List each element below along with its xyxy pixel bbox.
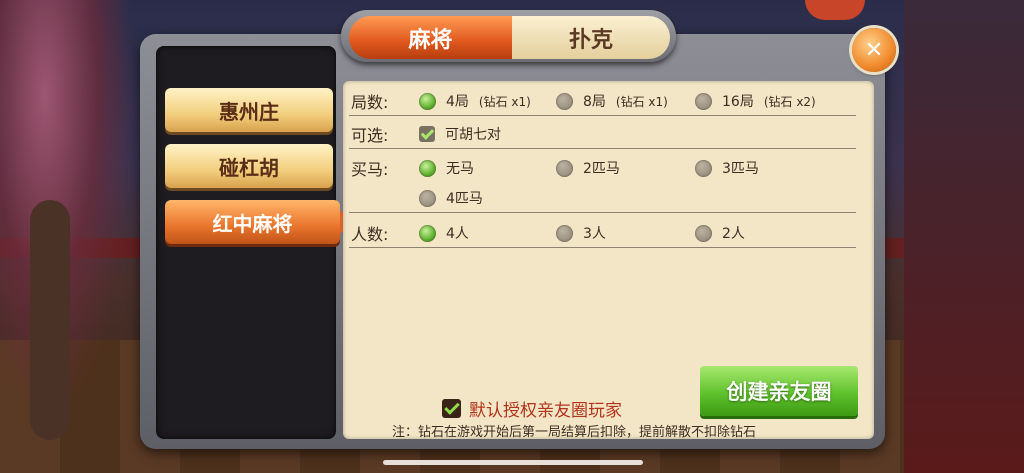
radio-unselected-icon xyxy=(556,92,573,110)
background-blossom-tree xyxy=(0,0,150,473)
radio-unselected-icon xyxy=(695,224,712,242)
authorize-text: 默认授权亲友圈玩家 xyxy=(469,401,622,421)
players-option-3[interactable]: 3人 xyxy=(556,223,606,243)
buy-horse-option-3[interactable]: 3匹马 xyxy=(695,158,759,178)
sidebar-item-hongzhong-majiang[interactable]: 红中麻将 xyxy=(165,200,352,244)
radio-unselected-icon xyxy=(556,224,573,242)
option-cost: (钻石 x1) xyxy=(615,94,668,109)
rounds-label: 局数: xyxy=(351,93,389,112)
background-pillar xyxy=(904,0,1024,473)
radio-selected-icon xyxy=(419,159,436,177)
radio-unselected-icon xyxy=(556,159,573,177)
rounds-option-8[interactable]: 8局 (钻石 x1) xyxy=(556,91,668,111)
row-divider xyxy=(349,148,856,149)
players-option-4[interactable]: 4人 xyxy=(419,223,469,243)
authorize-members-checkbox[interactable]: 默认授权亲友圈玩家 xyxy=(442,396,622,421)
optional-label: 可选: xyxy=(351,126,389,145)
create-club-button[interactable]: 创建亲友圈 xyxy=(700,366,858,416)
option-text: 3匹马 xyxy=(722,161,759,177)
checkbox-checked-icon xyxy=(442,399,461,418)
close-x-icon: ✕ xyxy=(864,37,884,63)
option-cost: (钻石 x2) xyxy=(763,94,816,109)
option-text: 3人 xyxy=(583,226,606,242)
background-tree-trunk xyxy=(30,200,70,440)
sidebar-item-label: 碰杠胡 xyxy=(219,155,279,180)
option-text: 16局 xyxy=(722,94,754,110)
radio-selected-icon xyxy=(419,224,436,242)
row-divider xyxy=(349,115,856,116)
option-text: 2人 xyxy=(722,226,745,242)
rounds-option-4[interactable]: 4局 (钻石 x1) xyxy=(419,91,531,111)
buy-horse-option-2[interactable]: 2匹马 xyxy=(556,158,620,178)
buy-horse-option-4[interactable]: 4匹马 xyxy=(419,188,483,208)
buy-horse-label: 买马: xyxy=(351,160,389,179)
rounds-option-16[interactable]: 16局 (钻石 x2) xyxy=(695,91,816,111)
option-text: 4局 xyxy=(446,94,469,110)
option-text: 2匹马 xyxy=(583,161,620,177)
sidebar-item-pengganghu[interactable]: 碰杠胡 xyxy=(165,144,333,188)
option-text: 无马 xyxy=(446,161,474,177)
sidebar-item-label: 惠州庄 xyxy=(219,99,279,124)
radio-unselected-icon xyxy=(419,189,436,207)
tab-majiang[interactable]: 麻将 xyxy=(349,16,512,59)
players-option-2[interactable]: 2人 xyxy=(695,223,745,243)
close-button[interactable]: ✕ xyxy=(852,28,896,72)
row-divider xyxy=(349,212,856,213)
sidebar-item-huizhouzhuang[interactable]: 惠州庄 xyxy=(165,88,333,132)
players-label: 人数: xyxy=(351,225,389,244)
row-divider xyxy=(349,247,856,248)
background-lantern xyxy=(805,0,865,20)
tab-poker[interactable]: 扑克 xyxy=(512,16,670,59)
checkbox-checked-icon xyxy=(419,126,435,142)
radio-unselected-icon xyxy=(695,159,712,177)
buy-horse-option-none[interactable]: 无马 xyxy=(419,158,474,178)
option-cost: (钻石 x1) xyxy=(478,94,531,109)
radio-selected-icon xyxy=(419,92,436,110)
radio-unselected-icon xyxy=(695,92,712,110)
diamond-note: 注：钻石在游戏开始后第一局结算后扣除，提前解散不扣除钻石 xyxy=(392,425,757,440)
option-text: 4人 xyxy=(446,226,469,242)
option-text: 8局 xyxy=(583,94,606,110)
home-indicator[interactable] xyxy=(383,460,643,465)
option-text: 4匹马 xyxy=(446,191,483,207)
option-qidui-checkbox[interactable]: 可胡七对 xyxy=(419,124,501,144)
option-text: 可胡七对 xyxy=(445,127,501,143)
sidebar-item-label: 红中麻将 xyxy=(212,211,293,236)
